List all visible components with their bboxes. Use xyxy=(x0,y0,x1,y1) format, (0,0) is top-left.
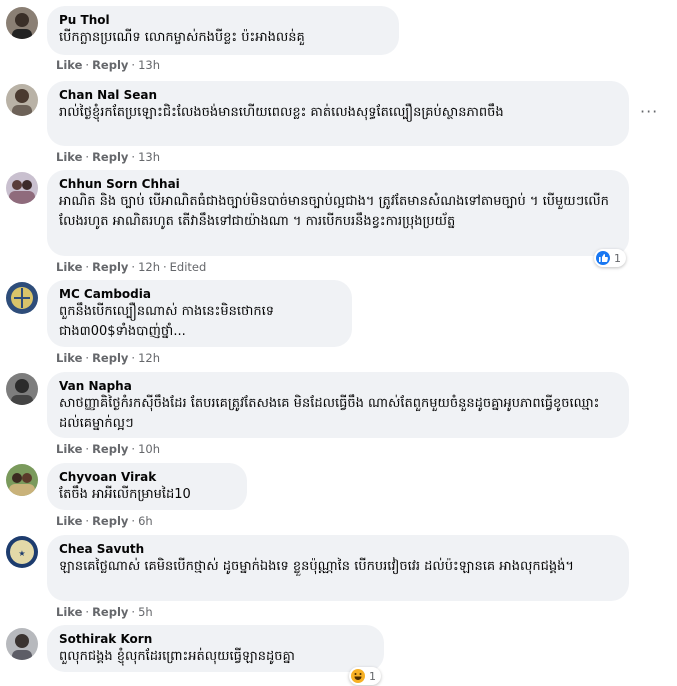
avatar[interactable] xyxy=(6,7,38,39)
comment-bubble: Pu Thol បើកក្លានប្រណើទ លោកម្ចាស់កងបីខ្លះ… xyxy=(47,6,399,55)
more-options-button[interactable]: ··· xyxy=(640,102,658,121)
like-reaction-icon xyxy=(596,251,610,265)
like-button[interactable]: Like xyxy=(56,351,82,365)
commenter-name[interactable]: Chhun Sorn Chhai xyxy=(59,176,617,192)
comment-actions: Like · Reply · 13h xyxy=(56,58,160,72)
timestamp[interactable]: 13h xyxy=(138,150,160,164)
timestamp[interactable]: 12h xyxy=(138,351,160,365)
reply-button[interactable]: Reply xyxy=(92,605,128,619)
comment-bubble: MC Cambodia ពួកនឹងបើកល្បឿនណាស់ កាងនេះមិន… xyxy=(47,280,352,347)
reply-button[interactable]: Reply xyxy=(92,260,128,274)
avatar[interactable] xyxy=(6,282,38,314)
reply-button[interactable]: Reply xyxy=(92,442,128,456)
commenter-name[interactable]: MC Cambodia xyxy=(59,286,340,302)
like-button[interactable]: Like xyxy=(56,58,82,72)
reply-button[interactable]: Reply xyxy=(92,58,128,72)
reply-button[interactable]: Reply xyxy=(92,514,128,528)
avatar[interactable] xyxy=(6,373,38,405)
reply-button[interactable]: Reply xyxy=(92,351,128,365)
commenter-name[interactable]: Pu Thol xyxy=(59,12,387,28)
comment-actions: Like · Reply · 10h xyxy=(56,442,160,456)
comment-actions: Like · Reply · 12h xyxy=(56,351,160,365)
timestamp[interactable]: 13h xyxy=(138,58,160,72)
commenter-name[interactable]: Chan Nal Sean xyxy=(59,87,617,103)
comment-bubble: Sothirak Korn ពួលុកជង្គង ខ្ញុំលុកដែរព្រោ… xyxy=(47,625,384,672)
reaction-summary[interactable]: 1 xyxy=(349,667,381,685)
comment-bubble: Chan Nal Sean រាល់ថ្ងៃខ្ញុំរកតែប្រឡោះជិះ… xyxy=(47,81,629,146)
timestamp[interactable]: 12h xyxy=(138,260,160,274)
commenter-name[interactable]: Van Napha xyxy=(59,378,617,394)
avatar[interactable] xyxy=(6,628,38,660)
comment-actions: Like · Reply · 12h · Edited xyxy=(56,260,207,274)
avatar[interactable] xyxy=(6,84,38,116)
commenter-name[interactable]: Sothirak Korn xyxy=(59,631,372,647)
commenter-name[interactable]: Chea Savuth xyxy=(59,541,617,557)
commenter-name[interactable]: Chyvoan Virak xyxy=(59,469,235,485)
comment-text: ឡានគេថ្លៃណាស់ គេមិនបើកថ្មាស់ ដូចម្នាក់ឯង… xyxy=(59,559,574,574)
edited-label[interactable]: Edited xyxy=(170,260,207,274)
comment-text: អាណិត និង ច្បាប់ បើអាណិតធំជាងច្បាប់មិនបា… xyxy=(59,194,609,229)
avatar[interactable]: ★ xyxy=(6,536,38,568)
comment-text: សាថញ្ញាគិថ្ងៃកំរកស៊ីចឹងដែរ តែបរគេត្រូវតែ… xyxy=(59,396,600,431)
timestamp[interactable]: 6h xyxy=(138,514,153,528)
avatar[interactable] xyxy=(6,172,38,204)
haha-reaction-icon xyxy=(351,669,365,683)
comment-actions: Like · Reply · 5h xyxy=(56,605,153,619)
like-button[interactable]: Like xyxy=(56,442,82,456)
comment-text: ពួកនឹងបើកល្បឿនណាស់ កាងនេះមិនថោកទេជាង៣00$… xyxy=(59,304,275,339)
reaction-summary[interactable]: 1 xyxy=(594,249,626,267)
like-button[interactable]: Like xyxy=(56,260,82,274)
reply-button[interactable]: Reply xyxy=(92,150,128,164)
comment-bubble: Chhun Sorn Chhai អាណិត និង ច្បាប់ បើអាណិ… xyxy=(47,170,629,256)
like-button[interactable]: Like xyxy=(56,150,82,164)
comment-text: បើកក្លានប្រណើទ លោកម្ចាស់កងបីខ្លះ ប៉ះអាងល… xyxy=(59,30,305,45)
reaction-count: 1 xyxy=(369,669,376,683)
like-button[interactable]: Like xyxy=(56,605,82,619)
comment-bubble: Van Napha សាថញ្ញាគិថ្ងៃកំរកស៊ីចឹងដែរ តែប… xyxy=(47,372,629,438)
timestamp[interactable]: 10h xyxy=(138,442,160,456)
like-button[interactable]: Like xyxy=(56,514,82,528)
comment-bubble: Chea Savuth ឡានគេថ្លៃណាស់ គេមិនបើកថ្មាស់… xyxy=(47,535,629,601)
comment-actions: Like · Reply · 6h xyxy=(56,514,153,528)
comment-bubble: Chyvoan Virak តែចឹង អាអីលើកម្រាមដៃ10 xyxy=(47,463,247,510)
avatar[interactable] xyxy=(6,464,38,496)
comment-text: រាល់ថ្ងៃខ្ញុំរកតែប្រឡោះជិះលែងចង់មានហើយពេ… xyxy=(59,105,504,120)
svg-text:★: ★ xyxy=(18,549,25,558)
comment-text: តែចឹង អាអីលើកម្រាមដៃ10 xyxy=(59,487,191,502)
timestamp[interactable]: 5h xyxy=(138,605,153,619)
comment-actions: Like · Reply · 13h xyxy=(56,150,160,164)
reaction-count: 1 xyxy=(614,251,621,265)
comment-text: ពួលុកជង្គង ខ្ញុំលុកដែរព្រោះអត់លុយធ្វើឡាន… xyxy=(59,649,295,664)
